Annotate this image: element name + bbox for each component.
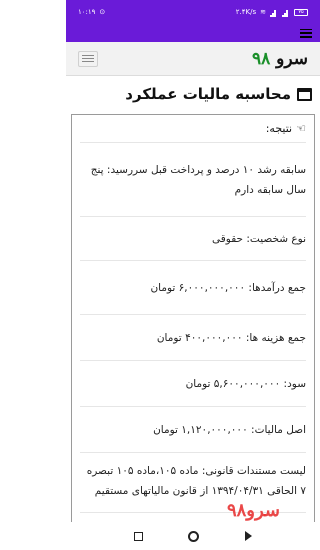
window-icon	[297, 87, 312, 101]
result-heading-text: نتیجه:	[265, 122, 293, 135]
recent-apps-icon[interactable]	[133, 531, 143, 541]
menu-icon[interactable]	[300, 28, 312, 38]
result-card: ☜ نتیجه: سابقه رشد ۱۰ درصد و پرداخت قبل …	[71, 114, 315, 534]
navbar-toggle-button[interactable]	[78, 50, 98, 67]
speed-indicator: ۲.۴K/s	[235, 8, 257, 16]
app-bar	[66, 24, 320, 42]
page-title: محاسبه مالیات عملکرد	[74, 80, 312, 108]
home-icon[interactable]	[188, 530, 200, 542]
notification-icon: ⊙	[99, 8, 106, 16]
result-row-history: سابقه رشد ۱۰ درصد و پرداخت قبل سررسید: پ…	[80, 143, 306, 217]
brand-name: سرو	[276, 48, 308, 69]
result-row-entity-type: نوع شخصیت: حقوقی	[80, 217, 306, 261]
result-row-total-income: جمع درآمدها: ۶,۰۰۰,۰۰۰,۰۰۰ تومان	[80, 261, 306, 315]
wifi-icon: ≋	[260, 8, 266, 16]
signal-icon-2	[282, 9, 290, 17]
page-title-text: محاسبه مالیات عملکرد	[125, 85, 291, 103]
site-navbar: سرو ۹۸	[66, 42, 320, 76]
watermark: سرو۹۸	[226, 500, 280, 521]
result-row-tax-principal: اصل مالیات: ۱,۱۲۰,۰۰۰,۰۰۰ تومان	[80, 407, 306, 453]
status-bar: ۱۰:۱۹ ⊙ ۲.۴K/s ≋ ۷۵	[66, 0, 320, 24]
battery-icon: ۷۵	[294, 8, 308, 16]
back-icon[interactable]	[245, 531, 253, 541]
system-navigation-bar	[66, 522, 320, 550]
result-row-profit: سود: ۵,۶۰۰,۰۰۰,۰۰۰ تومان	[80, 361, 306, 407]
brand-logo[interactable]: سرو ۹۸	[252, 49, 308, 69]
signal-icon	[270, 9, 278, 17]
hand-pointing-icon: ☜	[296, 122, 306, 135]
brand-number: ۹۸	[251, 48, 271, 69]
result-heading: ☜ نتیجه:	[80, 115, 306, 143]
result-row-total-expenses: جمع هزینه ها: ۴۰۰,۰۰۰,۰۰۰ تومان	[80, 315, 306, 361]
status-time: ۱۰:۱۹	[78, 8, 96, 16]
